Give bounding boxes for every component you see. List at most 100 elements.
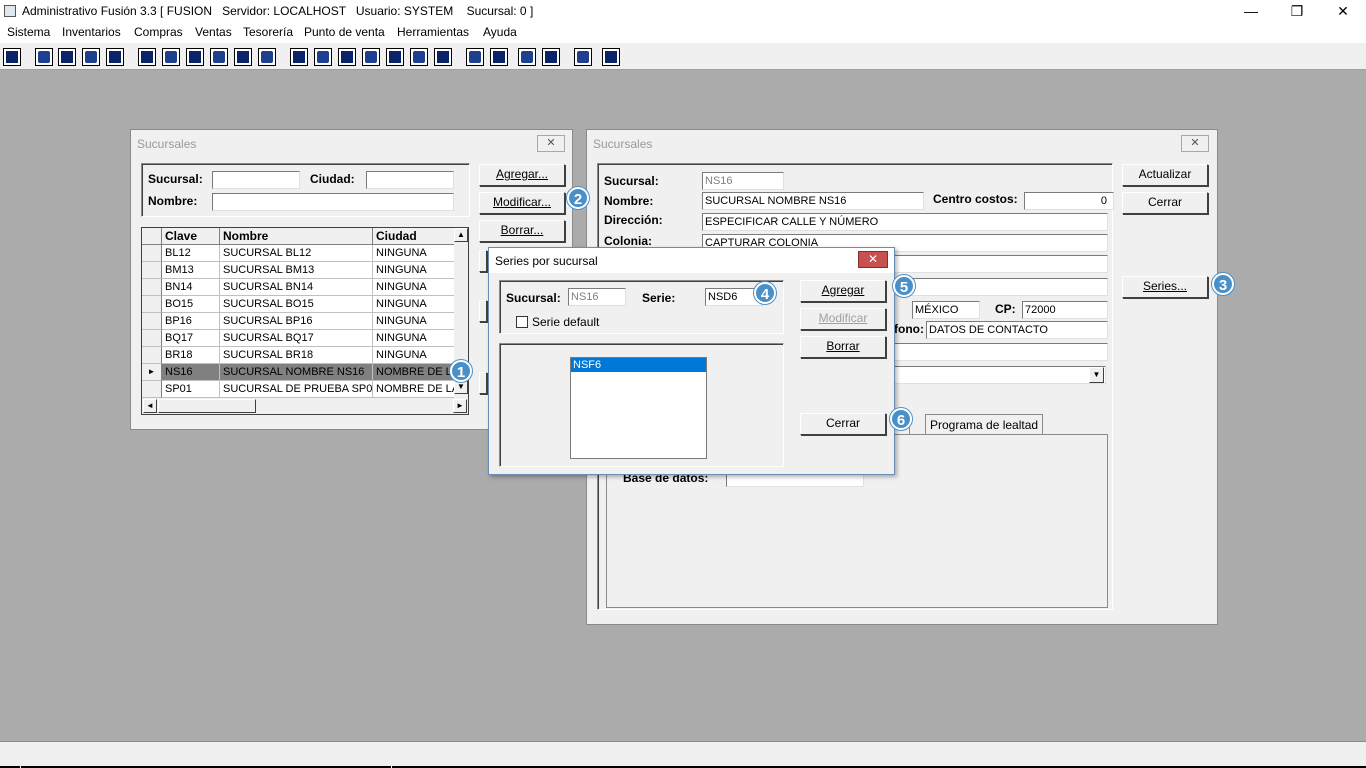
minimize-button[interactable]: — — [1228, 0, 1274, 23]
home-icon[interactable] — [466, 48, 484, 66]
back-arrow-icon[interactable] — [574, 48, 592, 66]
cell-nombre[interactable]: SUCURSAL NOMBRE NS16 — [220, 364, 373, 381]
row-header[interactable] — [142, 330, 162, 347]
menu-ayuda[interactable]: Ayuda — [483, 25, 517, 39]
user-icon[interactable] — [138, 48, 156, 66]
row-header[interactable] — [142, 262, 162, 279]
row-header[interactable] — [142, 381, 162, 398]
cell-nombre[interactable]: SUCURSAL BP16 — [220, 313, 373, 330]
cell-clave[interactable]: BO15 — [162, 296, 220, 313]
calculator-icon[interactable] — [3, 48, 21, 66]
cell-nombre[interactable]: SUCURSAL BO15 — [220, 296, 373, 313]
dialog-agregar-button[interactable]: Agregar — [800, 280, 886, 302]
cell-ciudad[interactable]: NOMBRE DE LA — [373, 364, 455, 381]
zoom-icon[interactable] — [490, 48, 508, 66]
add-icon[interactable] — [362, 48, 380, 66]
direccion-field[interactable]: ESPECIFICAR CALLE Y NÚMERO — [702, 213, 1108, 231]
cell-clave[interactable]: BQ17 — [162, 330, 220, 347]
filter-ciudad-input[interactable] — [366, 171, 454, 189]
cell-nombre[interactable]: SUCURSAL BM13 — [220, 262, 373, 279]
table-row[interactable]: BP16 SUCURSAL BP16 NINGUNA — [142, 313, 468, 330]
row-header[interactable] — [142, 313, 162, 330]
scroll-right-icon[interactable]: ► — [453, 399, 467, 413]
restore-button[interactable]: ❐ — [1274, 0, 1320, 23]
cell-nombre[interactable]: SUCURSAL BL12 — [220, 245, 373, 262]
detail-window-close-button[interactable]: ✕ — [1181, 135, 1209, 152]
cell-nombre[interactable]: SUCURSAL DE PRUEBA SP01 — [220, 381, 373, 398]
centro-costos-field[interactable]: 0 — [1024, 192, 1114, 210]
cell-nombre[interactable]: SUCURSAL BQ17 — [220, 330, 373, 347]
cell-clave[interactable]: BR18 — [162, 347, 220, 364]
menu-tesoreria[interactable]: Tesorería — [243, 25, 293, 39]
list-icon[interactable] — [258, 48, 276, 66]
sucursales-grid[interactable]: Clave Nombre Ciudad BL12 SUCURSAL BL12 NIN… — [141, 227, 469, 415]
undo-icon[interactable] — [542, 48, 560, 66]
cell-ciudad[interactable]: NINGUNA — [373, 296, 455, 313]
cell-nombre[interactable]: SUCURSAL BN14 — [220, 279, 373, 296]
row-header[interactable] — [142, 296, 162, 313]
cell-ciudad[interactable]: NINGUNA — [373, 262, 455, 279]
list-item[interactable]: NSF6 — [571, 358, 706, 372]
cell-clave[interactable]: BL12 — [162, 245, 220, 262]
clipboard-icon[interactable] — [58, 48, 76, 66]
cell-nombre[interactable]: SUCURSAL BR18 — [220, 347, 373, 364]
cp-field[interactable]: 72000 — [1022, 301, 1108, 319]
borrar-button[interactable]: Borrar... — [479, 220, 565, 242]
table-row[interactable]: BQ17 SUCURSAL BQ17 NINGUNA — [142, 330, 468, 347]
scroll-up-icon[interactable]: ▲ — [454, 228, 468, 242]
pais-field[interactable]: MÉXICO — [912, 301, 980, 319]
horizontal-scroll-thumb[interactable] — [158, 399, 256, 413]
actualizar-button[interactable]: Actualizar — [1122, 164, 1208, 186]
col-header-clave[interactable]: Clave — [162, 228, 220, 245]
filter-nombre-input[interactable] — [212, 193, 454, 211]
notes-icon[interactable] — [434, 48, 452, 66]
transfer-icon[interactable] — [82, 48, 100, 66]
cell-clave[interactable]: BP16 — [162, 313, 220, 330]
cell-ciudad[interactable]: NINGUNA — [373, 279, 455, 296]
printer-icon[interactable] — [210, 48, 228, 66]
help-icon[interactable] — [602, 48, 620, 66]
menu-inventarios[interactable]: Inventarios — [62, 25, 121, 39]
cell-ciudad[interactable]: NINGUNA — [373, 330, 455, 347]
scroll-left-icon[interactable]: ◄ — [143, 399, 157, 413]
row-header[interactable] — [142, 279, 162, 296]
filter-sucursal-input[interactable] — [212, 171, 300, 189]
cell-ciudad[interactable]: NOMBRE DE LA C — [373, 381, 455, 398]
table-row[interactable]: BR18 SUCURSAL BR18 NINGUNA — [142, 347, 468, 364]
list-window-close-button[interactable]: ✕ — [537, 135, 565, 152]
import-icon[interactable] — [186, 48, 204, 66]
folder-icon[interactable] — [162, 48, 180, 66]
close-button[interactable]: ✕ — [1320, 0, 1366, 23]
menu-compras[interactable]: Compras — [134, 25, 183, 39]
cell-ciudad[interactable]: NINGUNA — [373, 347, 455, 364]
col-header-nombre[interactable]: Nombre — [220, 228, 373, 245]
chevron-down-icon[interactable]: ▼ — [1089, 367, 1104, 383]
grid-horizontal-scrollbar[interactable]: ◄ ► — [142, 398, 468, 414]
window-icon[interactable] — [35, 48, 53, 66]
table-row[interactable]: BM13 SUCURSAL BM13 NINGUNA — [142, 262, 468, 279]
nombre-field[interactable]: SUCURSAL NOMBRE NS16 — [702, 192, 924, 210]
box-icon[interactable] — [314, 48, 332, 66]
row-header[interactable] — [142, 245, 162, 262]
dialog-cerrar-button[interactable]: Cerrar — [800, 413, 886, 435]
cell-clave[interactable]: SP01 — [162, 381, 220, 398]
col-header-ciudad[interactable]: Ciudad — [373, 228, 455, 245]
cerrar-detail-button[interactable]: Cerrar — [1122, 192, 1208, 214]
cell-clave[interactable]: BM13 — [162, 262, 220, 279]
agregar-button[interactable]: Agregar... — [479, 164, 565, 186]
cell-clave[interactable]: NS16 — [162, 364, 220, 381]
cell-ciudad[interactable]: NINGUNA — [373, 313, 455, 330]
modificar-button[interactable]: Modificar... — [479, 192, 565, 214]
table-row[interactable]: ► NS16 SUCURSAL NOMBRE NS16 NOMBRE DE LA — [142, 364, 468, 381]
cell-ciudad[interactable]: NINGUNA — [373, 245, 455, 262]
refresh-icon[interactable] — [518, 48, 536, 66]
dollar-icon[interactable] — [386, 48, 404, 66]
binoculars-icon[interactable] — [290, 48, 308, 66]
table-row[interactable]: BL12 SUCURSAL BL12 NINGUNA — [142, 245, 468, 262]
serie-default-checkbox[interactable] — [516, 316, 528, 328]
menu-punto-de-venta[interactable]: Punto de venta — [304, 25, 385, 39]
table-row[interactable]: BO15 SUCURSAL BO15 NINGUNA — [142, 296, 468, 313]
table-row[interactable]: SP01SUCURSAL DE PRUEBA SP01NOMBRE DE LA … — [142, 381, 468, 398]
document-icon[interactable] — [234, 48, 252, 66]
menu-herramientas[interactable]: Herramientas — [397, 25, 469, 39]
